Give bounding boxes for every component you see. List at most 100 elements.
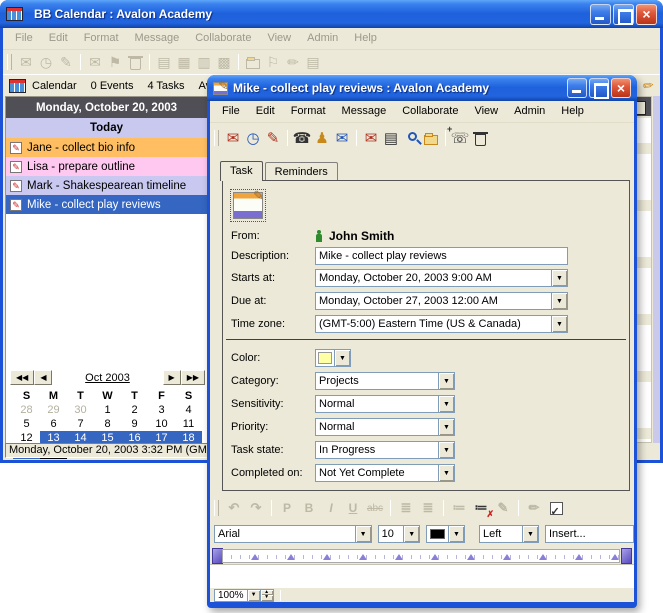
menu-file[interactable]: File bbox=[7, 28, 41, 49]
calendar-day-cell[interactable]: 4 bbox=[175, 403, 202, 417]
timezone-combobox[interactable]: (GMT-5:00) Eastern Time (US & Canada) ▼ bbox=[315, 315, 568, 333]
calendar-day-cell[interactable]: 1 bbox=[94, 403, 121, 417]
spin-down-icon[interactable]: ▼ bbox=[261, 595, 273, 601]
ruler-tab-stop[interactable] bbox=[539, 550, 547, 560]
font-color-combobox[interactable]: ▼ bbox=[426, 525, 465, 543]
redo-icon[interactable]: ↷ bbox=[245, 498, 267, 518]
strikethrough-icon[interactable]: abc bbox=[364, 498, 386, 518]
insert-combobox[interactable]: Insert... bbox=[545, 525, 634, 543]
folder-icon[interactable] bbox=[243, 52, 263, 72]
flag-icon[interactable]: ⚑ bbox=[105, 52, 125, 72]
paragraph-style-icon[interactable]: P bbox=[276, 498, 298, 518]
menu-collaborate[interactable]: Collaborate bbox=[187, 28, 259, 49]
calendar-day-cell[interactable]: 28 bbox=[13, 403, 40, 417]
dial-icon[interactable]: ☏+ bbox=[450, 128, 470, 148]
new-alarm-icon[interactable]: ◷ bbox=[243, 128, 263, 148]
calendar-day-cell[interactable]: 29 bbox=[94, 459, 121, 460]
send-receive-icon[interactable]: ☎ bbox=[292, 128, 312, 148]
message-body[interactable] bbox=[210, 564, 634, 588]
chevron-down-icon[interactable]: ▼ bbox=[403, 526, 419, 542]
task-item-icon[interactable] bbox=[231, 190, 265, 221]
delete-icon[interactable] bbox=[125, 52, 145, 72]
minimize-button[interactable] bbox=[590, 4, 611, 25]
calendar-day-cell[interactable]: 6 bbox=[40, 417, 67, 431]
increase-indent-icon[interactable]: ≣ bbox=[417, 498, 439, 518]
dialog-close-button[interactable]: × bbox=[611, 78, 631, 98]
tools-icon[interactable]: ✏ bbox=[283, 52, 303, 72]
menu-help[interactable]: Help bbox=[346, 28, 385, 49]
dialog-maximize-button[interactable] bbox=[589, 78, 609, 98]
chevron-down-icon[interactable]: ▼ bbox=[438, 442, 454, 458]
font-family-combobox[interactable]: Arial ▼ bbox=[214, 525, 372, 543]
undo-icon[interactable]: ↶ bbox=[223, 498, 245, 518]
signature-pen-icon[interactable]: ✏ bbox=[523, 498, 545, 518]
task-row[interactable]: ✎Lisa - prepare outline bbox=[6, 157, 207, 176]
calendar-day-cell[interactable]: 27 bbox=[40, 459, 67, 460]
dlg-menu-format[interactable]: Format bbox=[283, 101, 334, 122]
dlg-menu-view[interactable]: View bbox=[466, 101, 506, 122]
calendar-day-cell[interactable]: 1 bbox=[175, 459, 202, 460]
starts-at-combobox[interactable]: Monday, October 20, 2003 9:00 AM ▼ bbox=[315, 269, 568, 287]
toolbar-gripper[interactable] bbox=[7, 54, 12, 70]
task-state-combobox[interactable]: In Progress ▼ bbox=[315, 441, 455, 459]
calendar-day-cell[interactable]: 7 bbox=[67, 417, 94, 431]
ruler-tab-stop[interactable] bbox=[395, 550, 403, 560]
ruler[interactable] bbox=[212, 548, 632, 564]
calendar-mode-icon[interactable] bbox=[9, 79, 26, 93]
flag-outline-icon[interactable]: ⚐ bbox=[263, 52, 283, 72]
checklist-icon[interactable]: ≔✗ bbox=[470, 498, 492, 518]
new-event-icon[interactable]: ✉ bbox=[223, 128, 243, 148]
chevron-down-icon[interactable]: ▼ bbox=[551, 293, 567, 309]
new-event-icon[interactable]: ✉ bbox=[16, 52, 36, 72]
underline-icon[interactable]: U bbox=[342, 498, 364, 518]
week-view-icon[interactable]: ▥ bbox=[194, 52, 214, 72]
calendar-day-cell[interactable]: 2 bbox=[121, 403, 148, 417]
forward-icon[interactable]: ✉ bbox=[332, 128, 352, 148]
dlg-menu-file[interactable]: File bbox=[214, 101, 248, 122]
calendar-day-cell[interactable]: 11 bbox=[175, 417, 202, 431]
category-combobox[interactable]: Projects ▼ bbox=[315, 372, 455, 390]
chevron-down-icon[interactable]: ▼ bbox=[522, 526, 538, 542]
close-button[interactable]: × bbox=[636, 4, 657, 25]
spell-check-icon[interactable]: ✓ bbox=[545, 498, 567, 518]
due-at-combobox[interactable]: Monday, October 27, 2003 12:00 AM ▼ bbox=[315, 292, 568, 310]
ruler-tab-stop[interactable] bbox=[575, 550, 583, 560]
new-alarm-icon[interactable]: ◷ bbox=[36, 52, 56, 72]
ruler-tab-stop[interactable] bbox=[431, 550, 439, 560]
attendees-icon[interactable]: ♟ bbox=[312, 128, 332, 148]
open-message-icon[interactable]: ✉ bbox=[361, 128, 381, 148]
bullet-list-icon[interactable]: ≔ bbox=[448, 498, 470, 518]
chevron-down-icon[interactable]: ▼ bbox=[438, 465, 454, 481]
schedule-scrollbar[interactable] bbox=[653, 96, 660, 443]
zoom-combobox[interactable]: 100% ▼ bbox=[214, 589, 261, 602]
find-icon[interactable] bbox=[401, 128, 421, 148]
calendar-day-cell[interactable]: 5 bbox=[13, 417, 40, 431]
dlg-menu-admin[interactable]: Admin bbox=[506, 101, 553, 122]
dlg-menu-message[interactable]: Message bbox=[334, 101, 395, 122]
new-task-icon[interactable]: ✎ bbox=[263, 128, 283, 148]
edit-pencil-icon[interactable]: ✏ bbox=[642, 77, 656, 95]
dlg-menu-help[interactable]: Help bbox=[553, 101, 592, 122]
description-input[interactable] bbox=[315, 247, 568, 265]
menu-message[interactable]: Message bbox=[127, 28, 188, 49]
sensitivity-combobox[interactable]: Normal ▼ bbox=[315, 395, 455, 413]
zoom-spinner[interactable]: ▲ ▼ bbox=[261, 589, 274, 602]
day-view-icon[interactable]: ▤ bbox=[154, 52, 174, 72]
fmtbar-gripper[interactable] bbox=[214, 500, 219, 516]
calendar-day-cell[interactable]: 30 bbox=[67, 403, 94, 417]
font-size-combobox[interactable]: 10 ▼ bbox=[378, 525, 421, 543]
completed-on-combobox[interactable]: Not Yet Complete ▼ bbox=[315, 464, 455, 482]
ruler-tab-stop[interactable] bbox=[611, 550, 619, 560]
chevron-down-icon[interactable]: ▼ bbox=[355, 526, 371, 542]
month-view-icon[interactable]: ▦ bbox=[174, 52, 194, 72]
menu-format[interactable]: Format bbox=[76, 28, 127, 49]
chevron-down-icon[interactable]: ▼ bbox=[334, 350, 350, 366]
chevron-down-icon[interactable]: ▼ bbox=[551, 316, 567, 332]
ruler-tab-stop[interactable] bbox=[287, 550, 295, 560]
chevron-down-icon[interactable]: ▼ bbox=[247, 590, 260, 601]
bold-icon[interactable]: B bbox=[298, 498, 320, 518]
calendar-day-cell[interactable]: 29 bbox=[40, 403, 67, 417]
next-month-button[interactable]: ▶ bbox=[163, 370, 181, 385]
dlg-menu-collaborate[interactable]: Collaborate bbox=[394, 101, 466, 122]
calendar-day-cell[interactable]: 30 bbox=[121, 459, 148, 460]
